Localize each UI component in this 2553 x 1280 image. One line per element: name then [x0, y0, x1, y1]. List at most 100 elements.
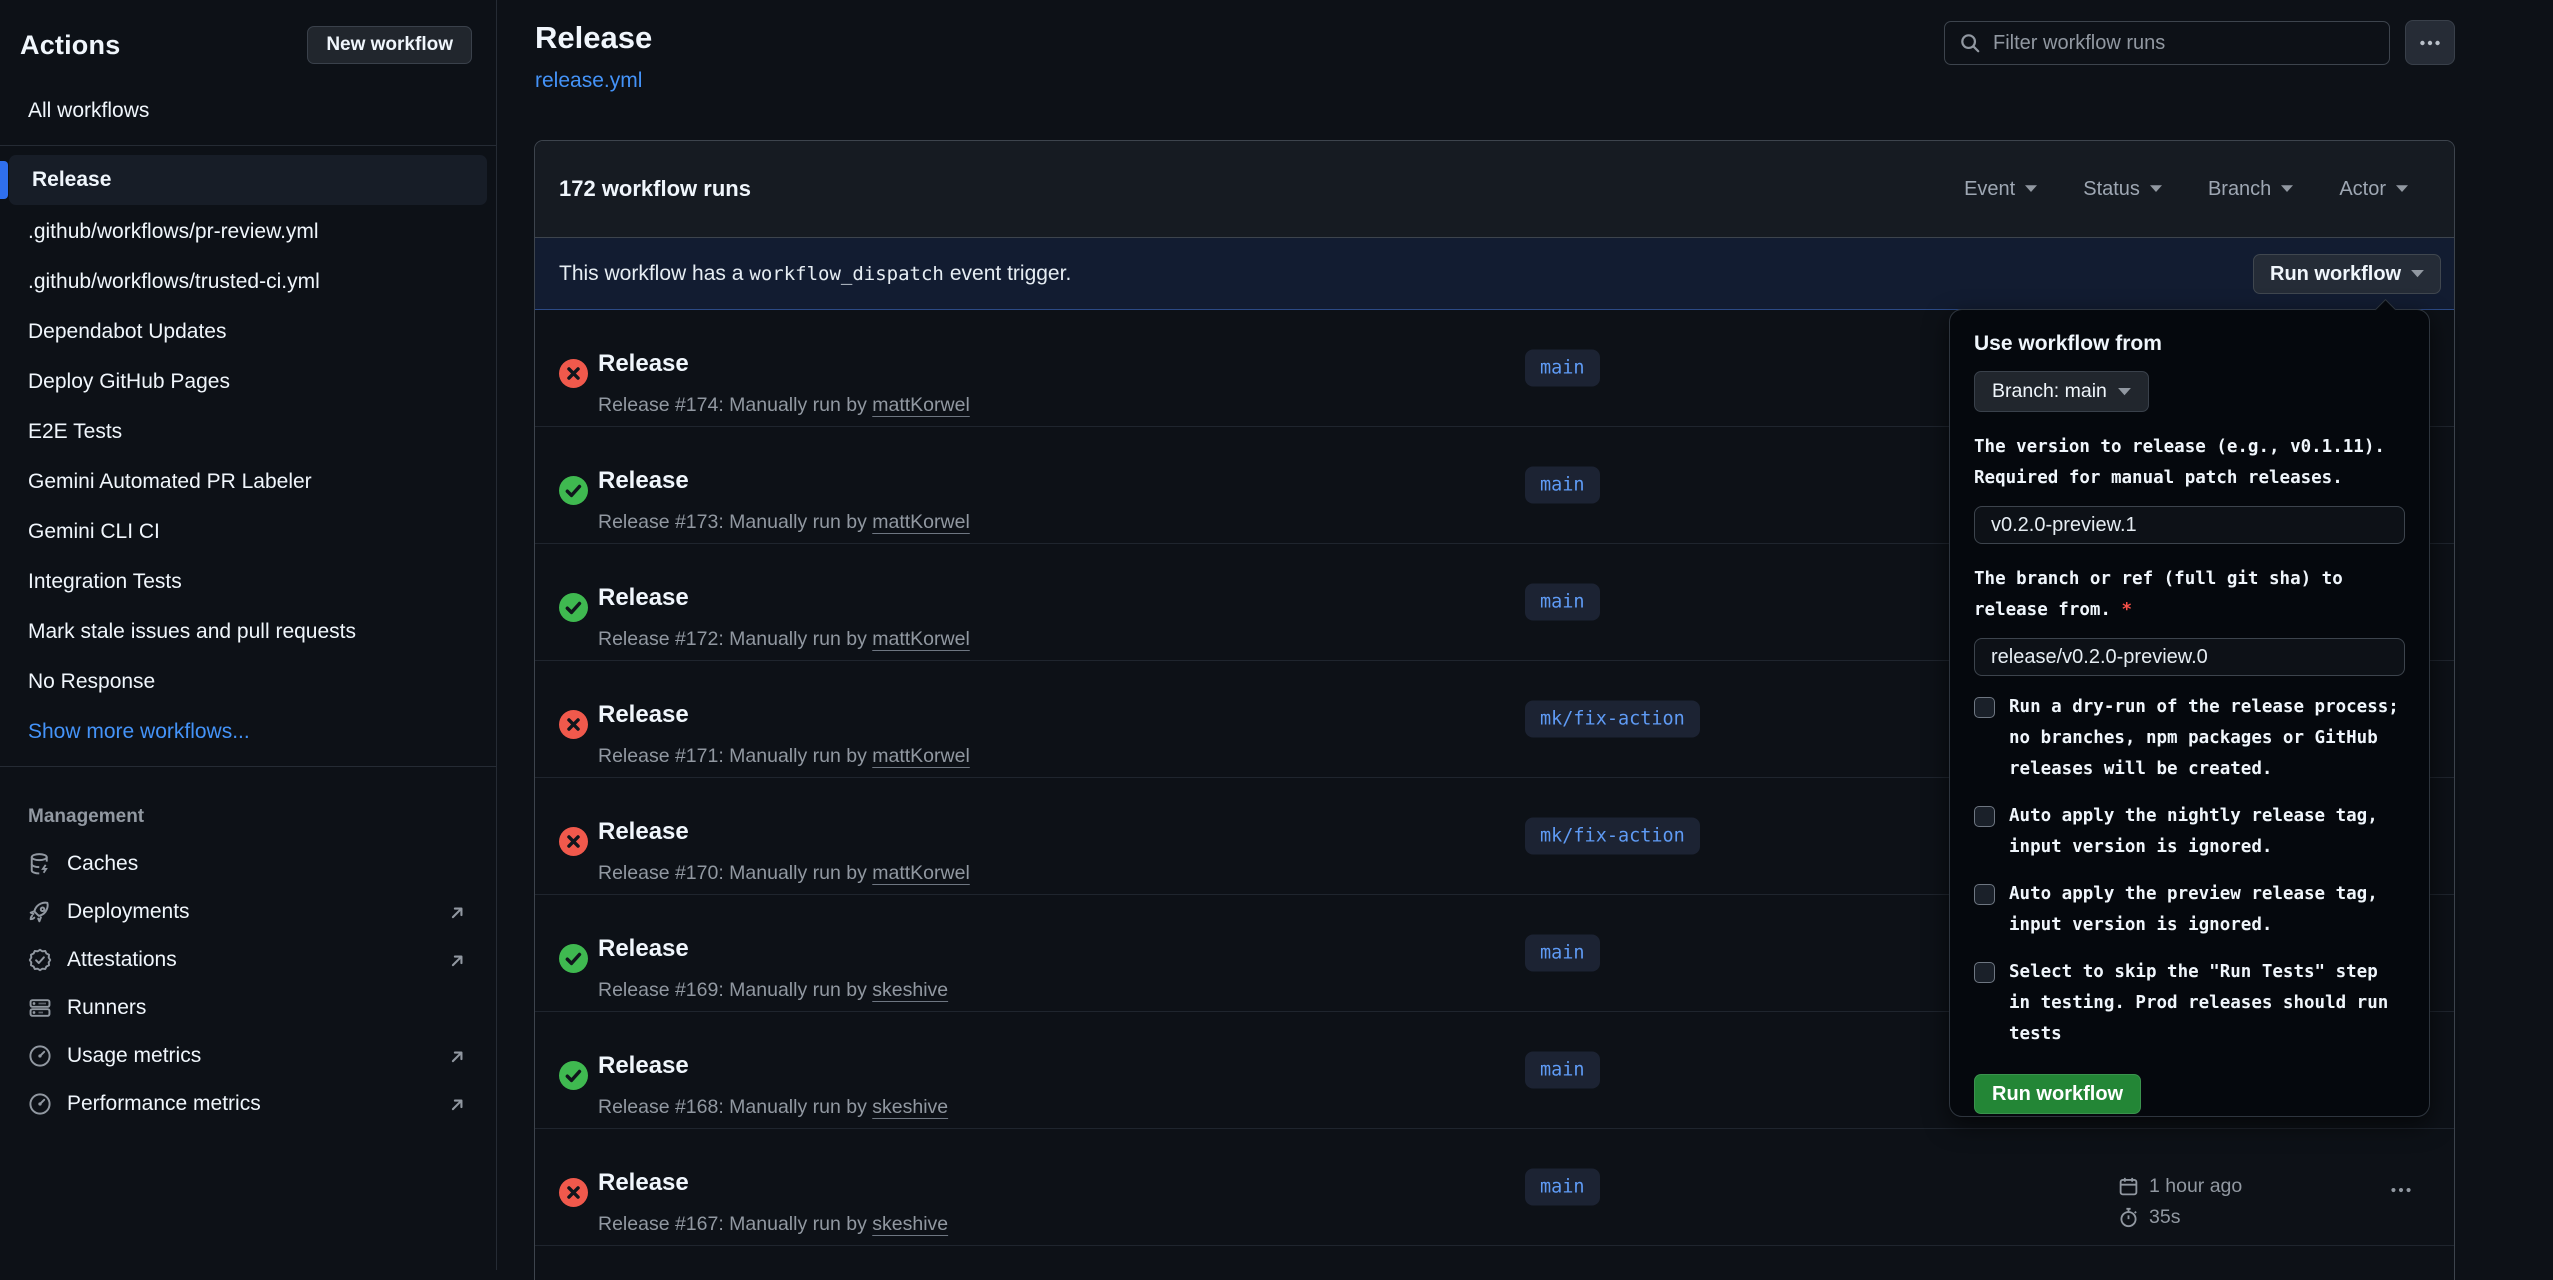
- checkbox[interactable]: [1974, 884, 1995, 905]
- run-workflow-submit-button[interactable]: Run workflow: [1974, 1074, 2141, 1114]
- failure-icon: [559, 1178, 588, 1207]
- new-workflow-button[interactable]: New workflow: [307, 26, 472, 64]
- run-subtitle: Release #172: Manually run by: [598, 628, 872, 650]
- run-actor-link[interactable]: mattKorwel: [872, 628, 970, 650]
- sidebar-workflow-item[interactable]: Deploy GitHub Pages: [0, 357, 496, 407]
- branch-badge[interactable]: main: [1525, 1169, 1600, 1206]
- branch-selector-button[interactable]: Branch: main: [1974, 371, 2149, 412]
- sidebar-item-deployments[interactable]: Deployments: [0, 888, 496, 936]
- branch-badge[interactable]: mk/fix-action: [1525, 818, 1700, 855]
- stopwatch-icon: [2118, 1207, 2139, 1228]
- workflow-input-field[interactable]: [1974, 638, 2405, 676]
- sidebar-workflow-item[interactable]: Gemini CLI CI: [0, 507, 496, 557]
- run-workflow-panel: Use workflow from Branch: main The versi…: [1949, 309, 2430, 1117]
- banner-code: workflow_dispatch: [743, 263, 949, 285]
- sidebar-workflow-item[interactable]: Mark stale issues and pull requests: [0, 607, 496, 657]
- run-title[interactable]: Release: [598, 935, 689, 963]
- run-title[interactable]: Release: [598, 584, 689, 612]
- sidebar-workflow-item[interactable]: Dependabot Updates: [0, 307, 496, 357]
- run-actor-link[interactable]: mattKorwel: [872, 511, 970, 533]
- sidebar-divider: [0, 766, 496, 767]
- run-actor-link[interactable]: skeshive: [872, 1096, 948, 1118]
- failure-icon: [559, 710, 588, 739]
- database-icon: [28, 852, 52, 876]
- external-link-icon: [447, 950, 468, 971]
- workflow-input-group: The branch or ref (full git sha) to rele…: [1974, 564, 2405, 676]
- server-icon: [28, 996, 52, 1020]
- external-link-icon: [447, 1094, 468, 1115]
- workflow-run-row[interactable]: Release Release #167: Manually run by sk…: [535, 1129, 2454, 1246]
- branch-badge[interactable]: main: [1525, 935, 1600, 972]
- branch-selector-label: Branch: main: [1992, 380, 2107, 403]
- sidebar-item-performance-metrics[interactable]: Performance metrics: [0, 1080, 496, 1128]
- filter-status[interactable]: Status: [2083, 178, 2162, 201]
- branch-badge[interactable]: mk/fix-action: [1525, 701, 1700, 738]
- meter-icon: [28, 1092, 52, 1116]
- success-icon: [559, 476, 588, 505]
- branch-badge[interactable]: main: [1525, 350, 1600, 387]
- run-title[interactable]: Release: [598, 701, 689, 729]
- management-heading: Management: [0, 776, 496, 840]
- run-actor-link[interactable]: skeshive: [872, 1213, 948, 1235]
- run-workflow-dropdown-button[interactable]: Run workflow: [2253, 254, 2441, 294]
- sidebar-workflow-item[interactable]: Integration Tests: [0, 557, 496, 607]
- run-title[interactable]: Release: [598, 818, 689, 846]
- run-actor-link[interactable]: skeshive: [872, 979, 948, 1001]
- workflow-input-group: The version to release (e.g., v0.1.11). …: [1974, 432, 2405, 544]
- sidebar-divider: [0, 145, 496, 146]
- checkbox[interactable]: [1974, 962, 1995, 983]
- workflow-options-kebab-button[interactable]: [2405, 20, 2455, 65]
- sidebar-item-usage-metrics[interactable]: Usage metrics: [0, 1032, 496, 1080]
- management-list: Caches Deployments Attestations Runners: [0, 840, 496, 1128]
- checkbox-label: Select to skip the "Run Tests" step in t…: [2009, 957, 2405, 1050]
- sidebar-workflow-item[interactable]: E2E Tests: [0, 407, 496, 457]
- workflow-checkbox-row: Select to skip the "Run Tests" step in t…: [1974, 957, 2405, 1050]
- runs-count: 172 workflow runs: [559, 176, 751, 202]
- workflow-list: .github/workflows/pr-review.yml.github/w…: [0, 207, 496, 707]
- calendar-icon: [2118, 1176, 2139, 1197]
- sidebar-item-attestations[interactable]: Attestations: [0, 936, 496, 984]
- sidebar-title: Actions: [20, 30, 120, 61]
- workflow-checkbox-row: Run a dry-run of the release process; no…: [1974, 692, 2405, 785]
- workflow-file-link[interactable]: release.yml: [535, 69, 642, 93]
- sidebar-workflow-item[interactable]: Gemini Automated PR Labeler: [0, 457, 496, 507]
- page-title: Release: [535, 20, 652, 56]
- filter-runs-placeholder: Filter workflow runs: [1993, 32, 2165, 55]
- checkbox[interactable]: [1974, 697, 1995, 718]
- sidebar-workflow-item[interactable]: .github/workflows/pr-review.yml: [0, 207, 496, 257]
- kebab-icon: [2419, 32, 2441, 54]
- run-actor-link[interactable]: mattKorwel: [872, 745, 970, 767]
- filter-actor[interactable]: Actor: [2339, 178, 2408, 201]
- branch-badge[interactable]: main: [1525, 1052, 1600, 1089]
- filter-branch[interactable]: Branch: [2208, 178, 2293, 201]
- checkbox[interactable]: [1974, 806, 1995, 827]
- run-title[interactable]: Release: [598, 1169, 689, 1197]
- run-actor-link[interactable]: mattKorwel: [872, 862, 970, 884]
- run-title[interactable]: Release: [598, 1052, 689, 1080]
- run-workflow-dropdown-label: Run workflow: [2270, 263, 2401, 286]
- sidebar-item-caches[interactable]: Caches: [0, 840, 496, 888]
- chevron-down-icon: [2025, 185, 2037, 193]
- sidebar-workflow-item[interactable]: .github/workflows/trusted-ci.yml: [0, 257, 496, 307]
- chevron-down-icon: [2118, 388, 2131, 396]
- sidebar-item-release-selected[interactable]: Release: [9, 155, 487, 205]
- run-actor-link[interactable]: mattKorwel: [872, 394, 970, 416]
- run-kebab-button[interactable]: [2381, 1177, 2421, 1203]
- run-title[interactable]: Release: [598, 350, 689, 378]
- sidebar-item-all-workflows[interactable]: All workflows: [0, 86, 496, 136]
- sidebar-workflow-item[interactable]: No Response: [0, 657, 496, 707]
- filter-runs-input[interactable]: Filter workflow runs: [1944, 21, 2390, 65]
- branch-badge[interactable]: main: [1525, 584, 1600, 621]
- filter-event[interactable]: Event: [1964, 178, 2037, 201]
- branch-badge[interactable]: main: [1525, 467, 1600, 504]
- meter-icon: [28, 1044, 52, 1068]
- run-subtitle: Release #170: Manually run by: [598, 862, 872, 884]
- panel-fields: The version to release (e.g., v0.1.11). …: [1974, 432, 2405, 676]
- sidebar-item-runners[interactable]: Runners: [0, 984, 496, 1032]
- show-more-workflows-link[interactable]: Show more workflows...: [0, 707, 496, 757]
- run-title[interactable]: Release: [598, 467, 689, 495]
- selected-accent-bar: [0, 161, 8, 199]
- run-meta: 1 hour ago 35s: [2118, 1171, 2242, 1233]
- run-subtitle: Release #174: Manually run by: [598, 394, 872, 416]
- workflow-input-field[interactable]: [1974, 506, 2405, 544]
